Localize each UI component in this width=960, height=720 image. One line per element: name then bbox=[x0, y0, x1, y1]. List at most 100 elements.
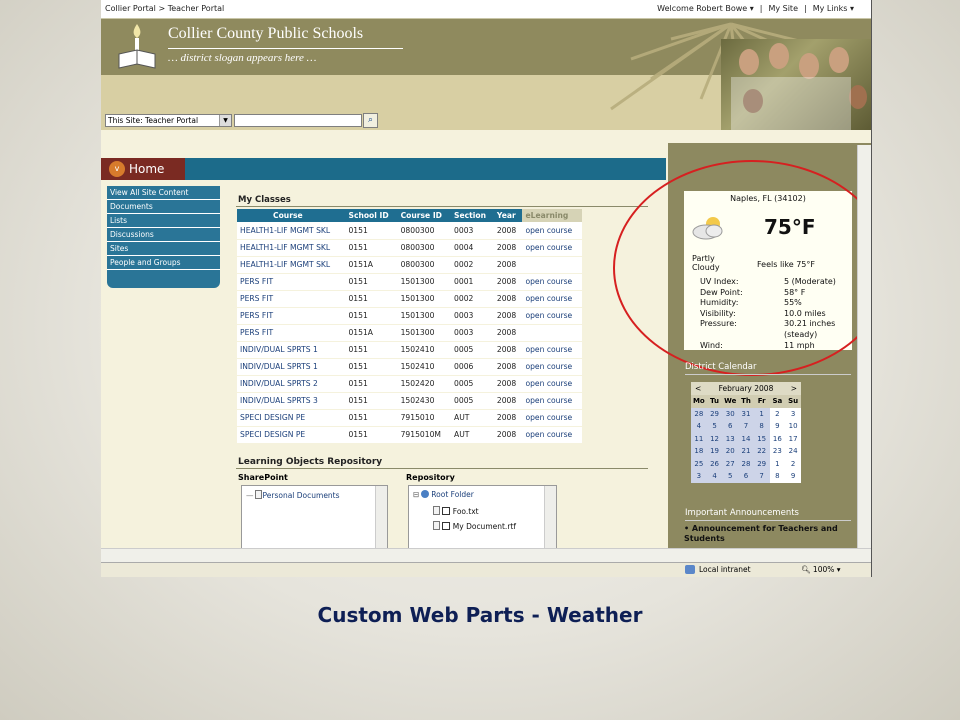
calendar-day[interactable]: 5 bbox=[706, 420, 723, 433]
nav-sites[interactable]: Sites bbox=[107, 242, 220, 256]
zoom-control[interactable]: 🔍︎ 100% ▾ bbox=[801, 565, 841, 574]
calendar-day[interactable]: 6 bbox=[738, 470, 754, 483]
calendar-day[interactable]: 13 bbox=[722, 432, 739, 445]
calendar-day[interactable]: 30 bbox=[722, 407, 739, 420]
calendar-next-button[interactable]: > bbox=[791, 382, 797, 395]
open-course-link bbox=[522, 324, 582, 342]
calendar-day[interactable]: 2 bbox=[785, 457, 801, 470]
calendar-day[interactable]: 4 bbox=[691, 420, 707, 433]
zoom-level: 100% bbox=[812, 565, 835, 574]
my-links-menu[interactable]: My Links ▾ bbox=[813, 4, 854, 13]
calendar-day[interactable]: 3 bbox=[785, 407, 801, 420]
nav-documents[interactable]: Documents bbox=[107, 200, 220, 214]
col-course-id[interactable]: Course ID bbox=[397, 209, 452, 222]
calendar-day[interactable]: 28 bbox=[738, 457, 754, 470]
calendar-day[interactable]: 14 bbox=[738, 432, 754, 445]
calendar-day[interactable]: 29 bbox=[706, 407, 723, 420]
nav-discussions[interactable]: Discussions bbox=[107, 228, 220, 242]
calendar-day[interactable]: 23 bbox=[769, 445, 786, 458]
course-cell: PERS FIT bbox=[237, 324, 346, 342]
open-course-link[interactable]: open course bbox=[522, 222, 582, 240]
calendar-day[interactable]: 27 bbox=[722, 457, 739, 470]
nav-view-all-content[interactable]: View All Site Content bbox=[107, 186, 220, 200]
calendar-day[interactable]: 12 bbox=[706, 432, 723, 445]
search-scope-select[interactable]: This Site: Teacher Portal ▼ bbox=[105, 114, 232, 127]
calendar-day[interactable]: 1 bbox=[753, 407, 770, 420]
col-section[interactable]: Section bbox=[451, 209, 494, 222]
tree-item[interactable]: — Personal Documents bbox=[246, 490, 340, 500]
nav-people-and-groups[interactable]: People and Groups bbox=[107, 256, 220, 270]
search-icon[interactable]: ⌕ bbox=[363, 113, 378, 128]
welcome-menu[interactable]: Welcome Robert Bowe ▾ bbox=[657, 4, 754, 13]
calendar-day[interactable]: 16 bbox=[769, 432, 786, 445]
calendar-prev-button[interactable]: < bbox=[695, 382, 701, 395]
scrollbar[interactable] bbox=[375, 486, 387, 549]
scrollbar[interactable] bbox=[544, 486, 556, 549]
search-input[interactable] bbox=[234, 114, 362, 127]
calendar-day[interactable]: 31 bbox=[738, 407, 754, 420]
announcement-item[interactable]: • Announcement for Teachers and Students bbox=[684, 524, 854, 544]
open-course-link[interactable]: open course bbox=[522, 239, 582, 257]
breadcrumb-root[interactable]: Collier Portal bbox=[105, 4, 156, 13]
checkbox[interactable] bbox=[442, 522, 451, 530]
site-header: Collier County Public Schools … district… bbox=[101, 19, 871, 130]
tree-item[interactable]: Foo.txt bbox=[433, 506, 479, 516]
calendar-day[interactable]: 19 bbox=[706, 445, 723, 458]
my-site-link[interactable]: My Site bbox=[768, 4, 798, 13]
calendar-day[interactable]: 17 bbox=[785, 432, 801, 445]
calendar-day[interactable]: 2 bbox=[769, 407, 786, 420]
calendar-day[interactable]: 18 bbox=[691, 445, 707, 458]
open-course-link[interactable]: open course bbox=[522, 290, 582, 308]
nav-lists[interactable]: Lists bbox=[107, 214, 220, 228]
calendar-day[interactable]: 21 bbox=[738, 445, 754, 458]
calendar-day[interactable]: 7 bbox=[753, 470, 770, 483]
open-course-link[interactable]: open course bbox=[522, 273, 582, 291]
calendar-day[interactable]: 7 bbox=[738, 420, 754, 433]
open-course-link[interactable]: open course bbox=[522, 375, 582, 393]
col-course[interactable]: Course bbox=[237, 209, 346, 222]
calendar-day[interactable]: 9 bbox=[769, 420, 786, 433]
browser-screenshot: Collier Portal > Teacher Portal Welcome … bbox=[101, 0, 872, 577]
breadcrumb-current[interactable]: Teacher Portal bbox=[168, 4, 225, 13]
calendar-day[interactable]: 8 bbox=[769, 470, 786, 483]
calendar-day[interactable]: 3 bbox=[691, 470, 707, 483]
open-course-link[interactable]: open course bbox=[522, 392, 582, 410]
calendar-day[interactable]: 5 bbox=[722, 470, 739, 483]
calendar-day[interactable]: 25 bbox=[691, 457, 707, 470]
slide-caption: Custom Web Parts - Weather bbox=[317, 603, 643, 627]
calendar-day[interactable]: 4 bbox=[706, 470, 723, 483]
document-icon bbox=[433, 521, 440, 530]
checkbox[interactable] bbox=[442, 507, 451, 515]
tree-root[interactable]: ⊟ Root Folder bbox=[413, 490, 474, 499]
open-course-link[interactable]: open course bbox=[522, 426, 582, 444]
col-elearning[interactable]: eLearning bbox=[522, 209, 582, 222]
calendar-day[interactable]: 20 bbox=[722, 445, 739, 458]
table-row: PERS FIT 0151A 1501300 0003 2008 bbox=[237, 324, 582, 342]
calendar-day[interactable]: 22 bbox=[753, 445, 770, 458]
collapse-icon[interactable]: ⊟ bbox=[413, 490, 419, 499]
calendar-day[interactable]: 26 bbox=[706, 457, 723, 470]
calendar-day[interactable]: 29 bbox=[753, 457, 770, 470]
chevron-down-icon: ▼ bbox=[219, 115, 231, 126]
school-id-cell: 0151A bbox=[345, 256, 398, 274]
col-year[interactable]: Year bbox=[493, 209, 523, 222]
calendar-day[interactable]: 15 bbox=[753, 432, 770, 445]
calendar-day[interactable]: 1 bbox=[769, 457, 786, 470]
calendar-day[interactable]: 28 bbox=[691, 407, 707, 420]
open-course-link[interactable]: open course bbox=[522, 358, 582, 376]
open-course-link[interactable]: open course bbox=[522, 307, 582, 325]
calendar-day[interactable]: 10 bbox=[785, 420, 801, 433]
calendar-day[interactable]: 8 bbox=[753, 420, 770, 433]
calendar-week: 11 12 13 14 15 16 17 bbox=[691, 432, 801, 445]
calendar-day-header: Th bbox=[738, 395, 754, 408]
calendar-day[interactable]: 6 bbox=[722, 420, 739, 433]
calendar-day[interactable]: 24 bbox=[785, 445, 801, 458]
col-school-id[interactable]: School ID bbox=[345, 209, 398, 222]
vertical-scrollbar[interactable] bbox=[857, 145, 871, 563]
calendar-day[interactable]: 11 bbox=[691, 432, 707, 445]
calendar-day[interactable]: 9 bbox=[785, 470, 801, 483]
open-course-link[interactable]: open course bbox=[522, 409, 582, 427]
tree-item[interactable]: My Document.rtf bbox=[433, 521, 516, 531]
open-course-link[interactable]: open course bbox=[522, 341, 582, 359]
horizontal-scrollbar[interactable] bbox=[101, 548, 871, 562]
